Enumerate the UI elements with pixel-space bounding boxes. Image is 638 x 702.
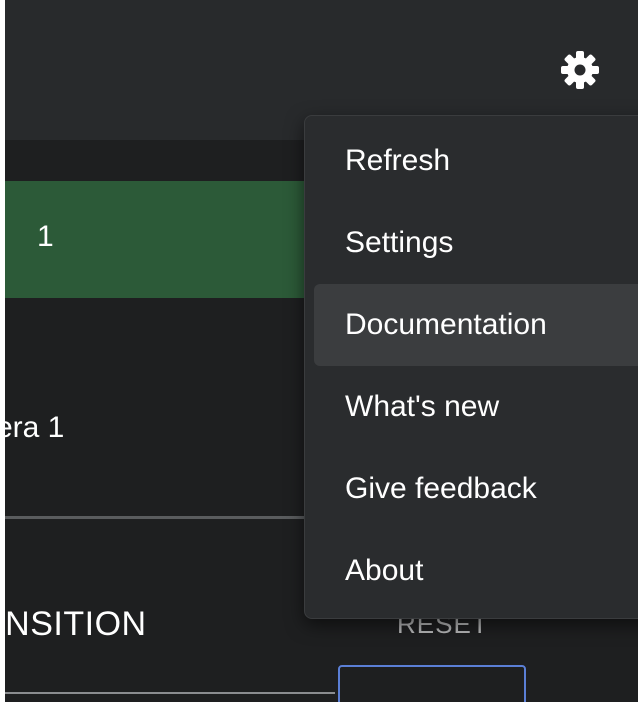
app-window: 1 mera 1 ANSITION RESET Refresh Settings…	[5, 0, 638, 702]
duration-input[interactable]	[338, 665, 526, 702]
menu-item-settings[interactable]: Settings	[305, 202, 638, 284]
settings-menu: Refresh Settings Documentation What's ne…	[304, 115, 638, 619]
menu-item-give-feedback[interactable]: Give feedback	[305, 448, 638, 530]
scene-row-active[interactable]: 1	[5, 181, 305, 298]
input-underline	[5, 692, 335, 694]
camera-row[interactable]: mera 1	[5, 388, 305, 468]
camera-row-label: mera 1	[5, 411, 65, 444]
menu-item-documentation[interactable]: Documentation	[314, 284, 638, 366]
scene-row-label: 1	[37, 220, 54, 253]
divider	[5, 516, 305, 519]
menu-item-about[interactable]: About	[305, 530, 638, 612]
menu-item-refresh[interactable]: Refresh	[305, 120, 638, 202]
menu-item-whats-new[interactable]: What's new	[305, 366, 638, 448]
section-title: ANSITION	[5, 605, 147, 643]
gear-icon[interactable]	[558, 48, 602, 92]
